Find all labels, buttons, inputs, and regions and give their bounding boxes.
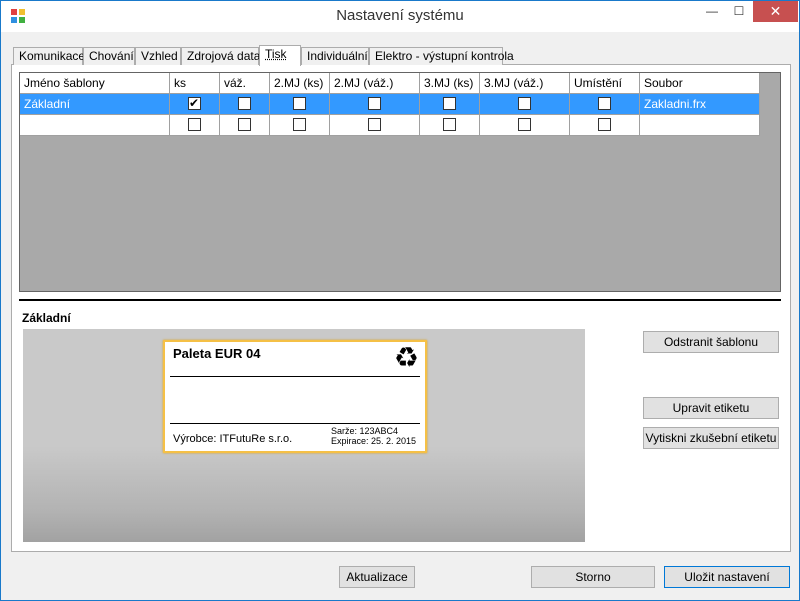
cancel-button[interactable]: Storno [531,566,655,588]
mj3-ks-checkbox[interactable] [443,118,456,132]
table-row[interactable]: Základní Zakladni.frx [20,94,760,115]
maximize-icon[interactable]: ☐ [726,1,752,22]
placement-checkbox[interactable] [598,97,611,111]
tab-individualni[interactable]: Individuální [301,47,369,65]
ks-checkbox[interactable] [188,118,201,132]
mj2-ks-checkbox[interactable] [293,118,306,132]
label-separator [170,423,420,424]
label-maker: Výrobce: ITFutuRe s.r.o. [173,433,293,445]
section-divider [19,299,781,301]
column-header[interactable]: 2.MJ (váž.) [330,73,420,94]
label-batch: Sarže: 123ABC4 [331,426,399,436]
column-header[interactable]: Jméno šablony [20,73,170,94]
tab-chovani[interactable]: Chování [83,47,135,65]
edit-label-button[interactable]: Upravit etiketu [643,397,779,419]
tab-zdrojova-data[interactable]: Zdrojová data [181,47,260,65]
templates-grid[interactable]: Jméno šablony ks váž. 2.MJ (ks) 2.MJ (vá… [19,72,781,292]
file-cell[interactable] [640,115,760,136]
minimize-icon[interactable]: — [699,1,725,22]
column-header[interactable]: váž. [220,73,270,94]
vaz-checkbox[interactable] [238,97,251,111]
vaz-checkbox[interactable] [238,118,251,132]
mj2-vaz-cell[interactable] [330,94,420,115]
refresh-button[interactable]: Aktualizace [339,566,415,588]
template-name-cell[interactable]: Základní [20,94,170,115]
column-header[interactable]: ks [170,73,220,94]
mj3-ks-cell[interactable] [420,115,480,136]
ks-cell[interactable] [170,94,220,115]
tab-panel-tisk: Jméno šablony ks váž. 2.MJ (ks) 2.MJ (vá… [11,64,791,552]
tab-komunikace[interactable]: Komunikace [13,47,85,65]
label-batch-info: Sarže: 123ABC4 Expirace: 25. 2. 2015 [331,426,416,446]
mj2-vaz-checkbox[interactable] [368,118,381,132]
label-preview-area: Paleta EUR 04 ♻ Výrobce: ITFutuRe s.r.o.… [23,329,585,542]
mj2-vaz-cell[interactable] [330,115,420,136]
vaz-cell[interactable] [220,94,270,115]
title-bar[interactable]: Nastavení systému — ☐ ✕ [1,1,799,32]
tab-tisk[interactable]: Tisk [259,45,301,66]
label-title: Paleta EUR 04 [173,346,261,361]
placement-cell[interactable] [570,94,640,115]
label-separator [170,376,420,377]
column-header[interactable]: 3.MJ (váž.) [480,73,570,94]
vaz-cell[interactable] [220,115,270,136]
grid-header: Jméno šablony ks váž. 2.MJ (ks) 2.MJ (vá… [20,73,760,94]
column-header[interactable]: 2.MJ (ks) [270,73,330,94]
ks-cell[interactable] [170,115,220,136]
mj2-ks-cell[interactable] [270,94,330,115]
tab-vzhled[interactable]: Vzhled [135,47,181,65]
column-header[interactable]: Umístění [570,73,640,94]
column-header[interactable]: 3.MJ (ks) [420,73,480,94]
close-icon[interactable]: ✕ [753,1,798,22]
file-cell[interactable]: Zakladni.frx [640,94,760,115]
recycle-icon: ♻ [393,342,419,373]
remove-template-button[interactable]: Odstranit šablonu [643,331,779,353]
mj3-vaz-cell[interactable] [480,115,570,136]
mj2-ks-checkbox[interactable] [293,97,306,111]
print-test-label-button[interactable]: Vytiskni zkušební etiketu [643,427,779,449]
tab-tisk-label: Tisk [265,47,287,61]
mj3-vaz-checkbox[interactable] [518,118,531,132]
mj3-vaz-cell[interactable] [480,94,570,115]
save-settings-button[interactable]: Uložit nastavení [664,566,790,588]
label-preview: Paleta EUR 04 ♻ Výrobce: ITFutuRe s.r.o.… [163,340,427,453]
mj2-ks-cell[interactable] [270,115,330,136]
label-expiry: Expirace: 25. 2. 2015 [331,436,417,446]
ks-checkbox[interactable] [188,96,201,111]
mj3-ks-cell[interactable] [420,94,480,115]
mj2-vaz-checkbox[interactable] [368,97,381,111]
placement-checkbox[interactable] [598,118,611,132]
tab-elektro-vystupni-kontrola[interactable]: Elektro - výstupní kontrola [369,47,514,65]
window-title: Nastavení systému [336,7,464,24]
selected-template-title: Základní [22,311,71,325]
mj3-vaz-checkbox[interactable] [518,97,531,111]
column-header[interactable]: Soubor [640,73,760,94]
template-name-cell[interactable] [20,115,170,136]
mj3-ks-checkbox[interactable] [443,97,456,111]
placement-cell[interactable] [570,115,640,136]
settings-window: Nastavení systému — ☐ ✕ Jméno šablony ks… [0,0,800,601]
table-row[interactable] [20,115,760,136]
